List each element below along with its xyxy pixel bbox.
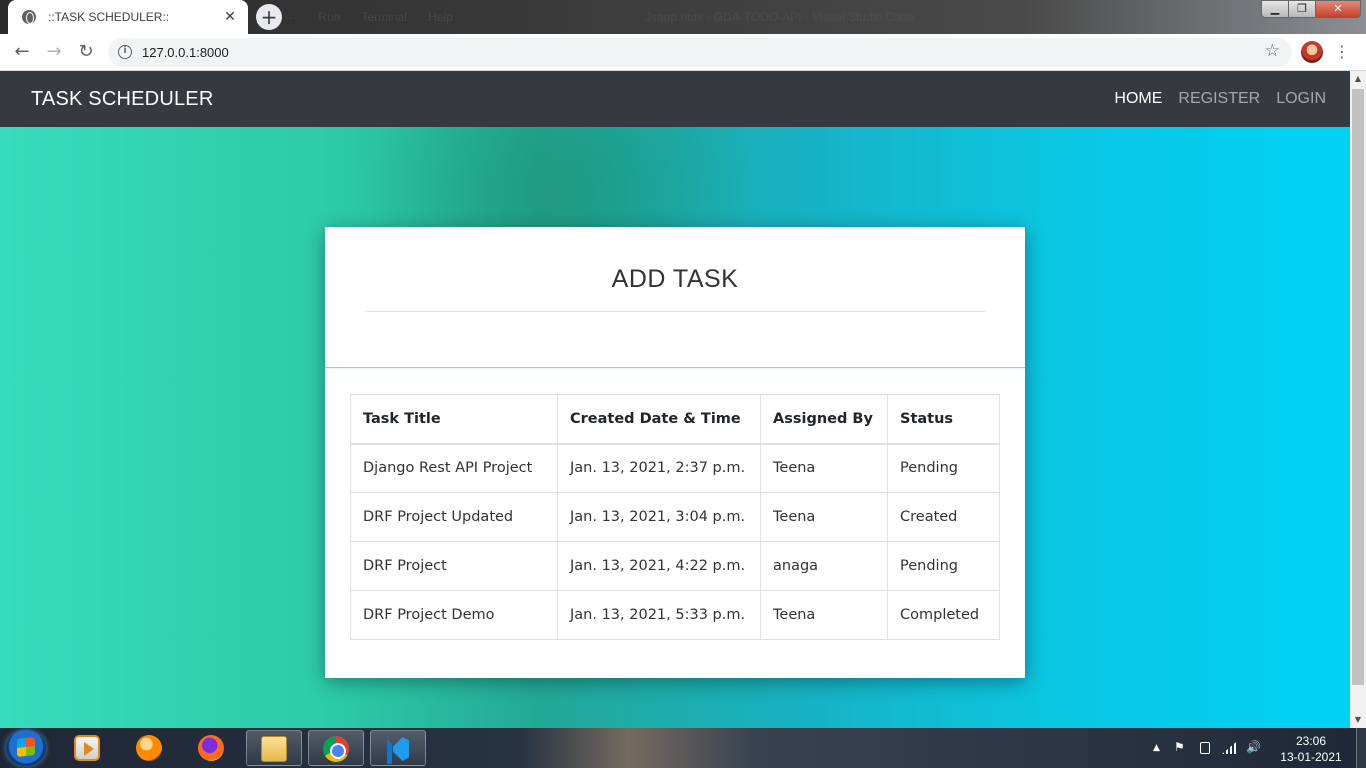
cell-created: Jan. 13, 2021, 4:22 p.m. [557, 541, 761, 591]
nav-link-register[interactable]: REGISTER [1178, 90, 1260, 108]
browser-tab[interactable]: ::TASK SCHEDULER:: ✕ [8, 0, 248, 34]
cell-created: Jan. 13, 2021, 3:04 p.m. [557, 492, 761, 542]
cell-task-title: DRF Project [350, 541, 558, 591]
url-text[interactable]: 127.0.0.1:8000 [142, 45, 229, 60]
column-header-assigned-by: Assigned By [760, 394, 888, 445]
media-player-icon [74, 735, 100, 761]
background-window-menu: ··· Run Terminal Help [285, 10, 453, 24]
vscode-icon [385, 736, 411, 764]
taskbar-vscode[interactable] [370, 730, 426, 766]
taskbar-chrome[interactable] [308, 730, 364, 766]
bookmark-star-icon[interactable]: ☆ [1265, 41, 1280, 61]
cell-status: Pending [887, 541, 1000, 591]
card-header: ADD TASK [325, 227, 1025, 370]
task-card: ADD TASK Task Title Created Date & Time … [325, 227, 1025, 678]
start-button[interactable] [6, 730, 46, 766]
cell-status: Pending [887, 443, 1000, 493]
cell-created: Jan. 13, 2021, 5:33 p.m. [557, 590, 761, 640]
header-divider [365, 311, 985, 312]
table-row: DRF Project Jan. 13, 2021, 4:22 p.m. ana… [350, 541, 1000, 591]
chrome-icon [323, 736, 349, 762]
minimize-button[interactable]: ▁ [1261, 0, 1289, 18]
nav-link-home[interactable]: HOME [1114, 90, 1162, 108]
tab-title: ::TASK SCHEDULER:: [48, 10, 170, 24]
cell-task-title: DRF Project Demo [350, 590, 558, 640]
task-table: Task Title Created Date & Time Assigned … [350, 394, 1000, 640]
tray-volume-icon[interactable]: 🔊 [1246, 740, 1261, 754]
cell-task-title: DRF Project Updated [350, 492, 558, 542]
menu-kebab-icon[interactable]: ⋮ [1334, 40, 1350, 64]
tray-expand-arrow-icon[interactable]: ▲ [1153, 743, 1160, 753]
app-navbar: TASK SCHEDULER HOME REGISTER LOGIN [0, 71, 1350, 127]
taskbar-media-player[interactable] [60, 730, 116, 766]
table-header-row: Task Title Created Date & Time Assigned … [350, 394, 1000, 445]
tab-close-icon[interactable]: ✕ [222, 9, 238, 25]
tray-power-icon[interactable] [1200, 742, 1210, 754]
back-arrow-icon[interactable]: ← [10, 40, 34, 64]
maximize-button[interactable]: ❐ [1288, 0, 1316, 18]
background-window-title: Jsapp.html - GDA-TODO-API - Visual Studi… [645, 10, 914, 24]
table-row: DRF Project Demo Jan. 13, 2021, 5:33 p.m… [350, 590, 1000, 640]
tray-flag-icon[interactable]: ⚑ [1174, 740, 1185, 754]
cell-status: Completed [887, 590, 1000, 640]
windows-logo-icon [17, 737, 35, 757]
folder-icon [261, 736, 287, 762]
cell-status: Created [887, 492, 1000, 542]
browser-toolbar: ← → ↻ i 127.0.0.1:8000 ☆ [0, 34, 1366, 71]
taskbar-media-app[interactable] [122, 730, 178, 766]
globe-icon [22, 10, 36, 24]
media-app-icon [136, 735, 162, 761]
window-close-button[interactable]: ✕ [1315, 0, 1361, 18]
page-viewport: TASK SCHEDULER HOME REGISTER LOGIN ADD T… [0, 71, 1350, 728]
cell-assigned-by: anaga [760, 541, 888, 591]
address-bar[interactable]: i 127.0.0.1:8000 ☆ [108, 38, 1292, 67]
cell-assigned-by: Teena [760, 590, 888, 640]
page-title: ADD TASK [611, 265, 739, 293]
taskbar-firefox[interactable] [184, 730, 240, 766]
scroll-up-arrow-icon[interactable]: ▲ [1350, 71, 1366, 87]
reload-icon[interactable]: ↻ [74, 40, 98, 64]
header-shadow [325, 367, 1025, 370]
table-row: Django Rest API Project Jan. 13, 2021, 2… [350, 443, 1000, 493]
firefox-icon [198, 735, 224, 761]
page-scrollbar[interactable]: ▲ ▼ [1350, 71, 1366, 728]
clock-date: 13-01-2021 [1280, 750, 1342, 764]
nav-link-login[interactable]: LOGIN [1276, 90, 1326, 108]
profile-avatar[interactable] [1301, 41, 1323, 63]
brand-logo-text[interactable]: TASK SCHEDULER [31, 88, 213, 111]
forward-arrow-icon[interactable]: → [42, 40, 66, 64]
nav-links: HOME REGISTER LOGIN [1114, 90, 1350, 108]
cell-created: Jan. 13, 2021, 2:37 p.m. [557, 443, 761, 493]
column-header-created: Created Date & Time [557, 394, 761, 445]
taskbar-clock[interactable]: 23:06 13-01-2021 [1276, 733, 1346, 765]
column-header-status: Status [887, 394, 1000, 445]
windows-taskbar [0, 728, 1366, 768]
column-header-task-title: Task Title [350, 394, 558, 445]
scroll-down-arrow-icon[interactable]: ▼ [1350, 712, 1366, 728]
clock-time: 23:06 [1295, 734, 1327, 748]
scrollbar-thumb[interactable] [1352, 89, 1364, 685]
info-icon[interactable]: i [118, 45, 132, 59]
table-row: DRF Project Updated Jan. 13, 2021, 3:04 … [350, 492, 1000, 542]
cell-assigned-by: Teena [760, 443, 888, 493]
cell-assigned-by: Teena [760, 492, 888, 542]
new-tab-button[interactable]: + [256, 4, 282, 30]
cell-task-title: Django Rest API Project [350, 443, 558, 493]
show-desktop-button[interactable] [1356, 728, 1366, 768]
browser-tabstrip: ::TASK SCHEDULER:: ✕ + ··· Run Terminal … [0, 0, 1366, 34]
taskbar-file-explorer[interactable] [246, 730, 302, 766]
